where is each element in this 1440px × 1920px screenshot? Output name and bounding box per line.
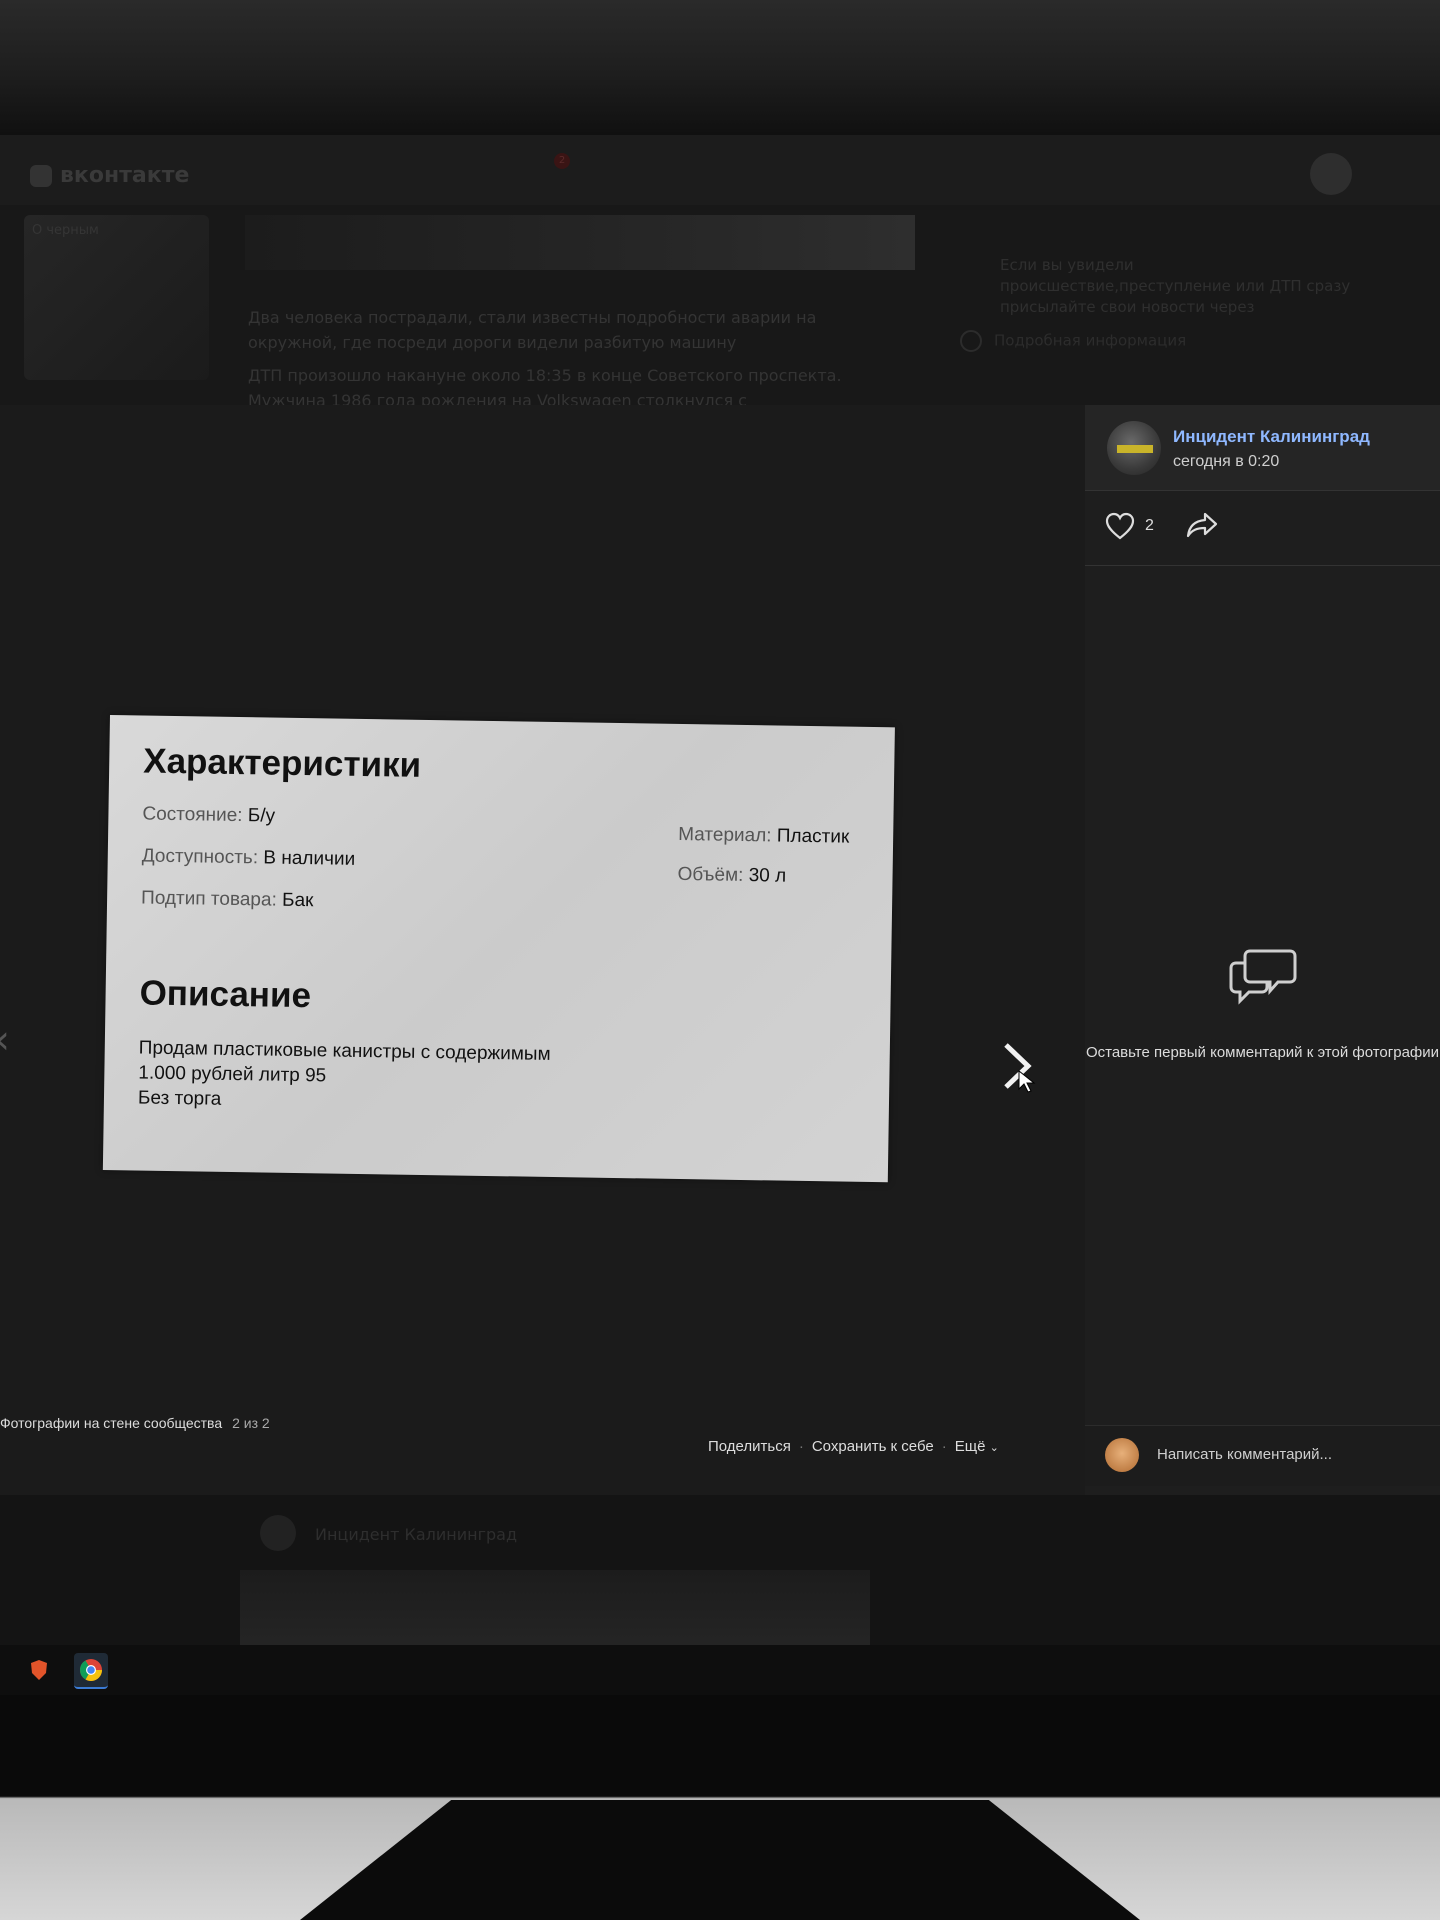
- share-icon: [1186, 512, 1218, 538]
- background-sidebar-text: Если вы увидели происшествие,преступлени…: [1000, 256, 1351, 316]
- spec-item: Объём: 30 л: [677, 864, 786, 888]
- background-thumbnail-label: О черным: [32, 223, 99, 238]
- chevron-down-icon: ⌄: [989, 1442, 999, 1454]
- share-post-button[interactable]: [1185, 510, 1219, 544]
- spec-key: Объём:: [677, 863, 744, 886]
- community-avatar[interactable]: [1107, 421, 1161, 475]
- prev-photo-button[interactable]: ‹: [0, 1017, 10, 1063]
- spec-item: Материал: Пластик: [678, 824, 849, 849]
- spec-key: Доступность:: [141, 845, 259, 869]
- photo-stage[interactable]: ‹ Характеристики Состояние: Б/у Доступно…: [0, 405, 1085, 1495]
- spec-item: Подтип товара: Бак: [141, 888, 314, 913]
- background-post-avatar: [260, 1515, 296, 1551]
- taskbar-app-chrome[interactable]: [74, 1653, 108, 1689]
- spec-item: Состояние: Б/у: [142, 804, 275, 828]
- background-feed: О черным Два человека пострадали, стали …: [0, 205, 1440, 410]
- vk-logo-icon: [30, 165, 52, 187]
- community-name-link[interactable]: Инцидент Калининград: [1173, 427, 1370, 447]
- avatar-logo-badge: [1117, 445, 1153, 453]
- empty-comments-text: Оставьте первый комментарий к этой фотог…: [1085, 1044, 1440, 1061]
- photo-viewer: ‹ Характеристики Состояние: Б/у Доступно…: [0, 405, 1440, 1495]
- my-avatar: [1105, 1438, 1139, 1472]
- taskbar-app-brave[interactable]: [22, 1653, 56, 1687]
- background-info-link: Подробная информация: [960, 330, 1186, 352]
- info-link-text: Подробная информация: [994, 331, 1187, 350]
- background-feed-line: Два человека пострадали, стали известны …: [248, 308, 817, 327]
- post-actions: 2: [1085, 490, 1440, 566]
- notification-badge: 2: [554, 153, 570, 169]
- spec-key: Подтип товара:: [140, 887, 277, 911]
- vk-logo-text: вконтакте: [60, 163, 190, 188]
- post-header: Инцидент Калининград сегодня в 0:20: [1085, 405, 1440, 491]
- brave-icon: [31, 1660, 47, 1680]
- chrome-icon: [80, 1659, 102, 1681]
- viewer-actions: Поделиться · Сохранить к себе · Ещё ⌄: [708, 1438, 999, 1455]
- user-avatar: [1310, 153, 1352, 195]
- spec-value: Пластик: [776, 825, 850, 848]
- description-title: Описание: [139, 973, 312, 1016]
- share-button[interactable]: Поделиться: [708, 1438, 791, 1455]
- comment-input[interactable]: Написать комментарий...: [1157, 1446, 1332, 1463]
- vk-logo: вконтакте: [30, 163, 189, 188]
- more-label: Ещё: [954, 1438, 986, 1455]
- screen: вконтакте 2 О черным Два человека постра…: [0, 135, 1440, 1695]
- background-post-author: Инцидент Калининград: [315, 1525, 518, 1544]
- heart-icon: [1105, 512, 1135, 540]
- background-feed-line: ДТП произошло накануне около 18:35 в кон…: [248, 366, 842, 385]
- specs-title: Характеристики: [142, 741, 422, 785]
- info-icon: [960, 330, 982, 352]
- save-button[interactable]: Сохранить к себе: [812, 1438, 934, 1455]
- photo-counter: 2 из 2: [232, 1415, 270, 1431]
- album-info: Фотографии на стене сообщества 2 из 2: [0, 1415, 270, 1431]
- spec-key: Материал:: [678, 823, 772, 847]
- spec-item: Доступность: В наличии: [142, 846, 356, 871]
- spec-key: Состояние:: [142, 803, 243, 827]
- vk-header: вконтакте 2: [0, 135, 1440, 206]
- spec-value: Б/у: [247, 805, 276, 827]
- background-feed-line: окружной, где посреди дороги видели разб…: [248, 333, 737, 352]
- monitor-bezel-top: [0, 0, 1440, 135]
- mouse-cursor-icon: [1018, 1070, 1036, 1093]
- empty-comments-placeholder: Оставьте первый комментарий к этой фотог…: [1085, 945, 1440, 1063]
- background-image-strip: [245, 215, 915, 270]
- photo-image: Характеристики Состояние: Б/у Доступност…: [102, 715, 895, 1183]
- comments-icon: [1229, 949, 1296, 1005]
- like-button[interactable]: 2: [1105, 510, 1154, 542]
- description-text: Продам пластиковые канистры с содержимым…: [137, 1037, 551, 1110]
- album-label[interactable]: Фотографии на стене сообщества: [0, 1415, 222, 1431]
- spec-value: Бак: [281, 889, 314, 912]
- background-thumbnail: [24, 215, 209, 380]
- spec-value: 30 л: [748, 865, 787, 887]
- comments-panel: Инцидент Калининград сегодня в 0:20 2 Ос…: [1085, 405, 1440, 1495]
- spec-value: В наличии: [263, 847, 356, 870]
- like-count: 2: [1145, 517, 1154, 534]
- chevron-left-icon: ‹: [0, 1017, 10, 1063]
- post-time[interactable]: сегодня в 0:20: [1173, 453, 1279, 471]
- comment-composer: Написать комментарий...: [1085, 1425, 1440, 1486]
- separator: ·: [941, 1438, 947, 1455]
- more-button[interactable]: Ещё ⌄: [955, 1438, 999, 1455]
- taskbar: [0, 1645, 1440, 1695]
- separator: ·: [798, 1438, 804, 1455]
